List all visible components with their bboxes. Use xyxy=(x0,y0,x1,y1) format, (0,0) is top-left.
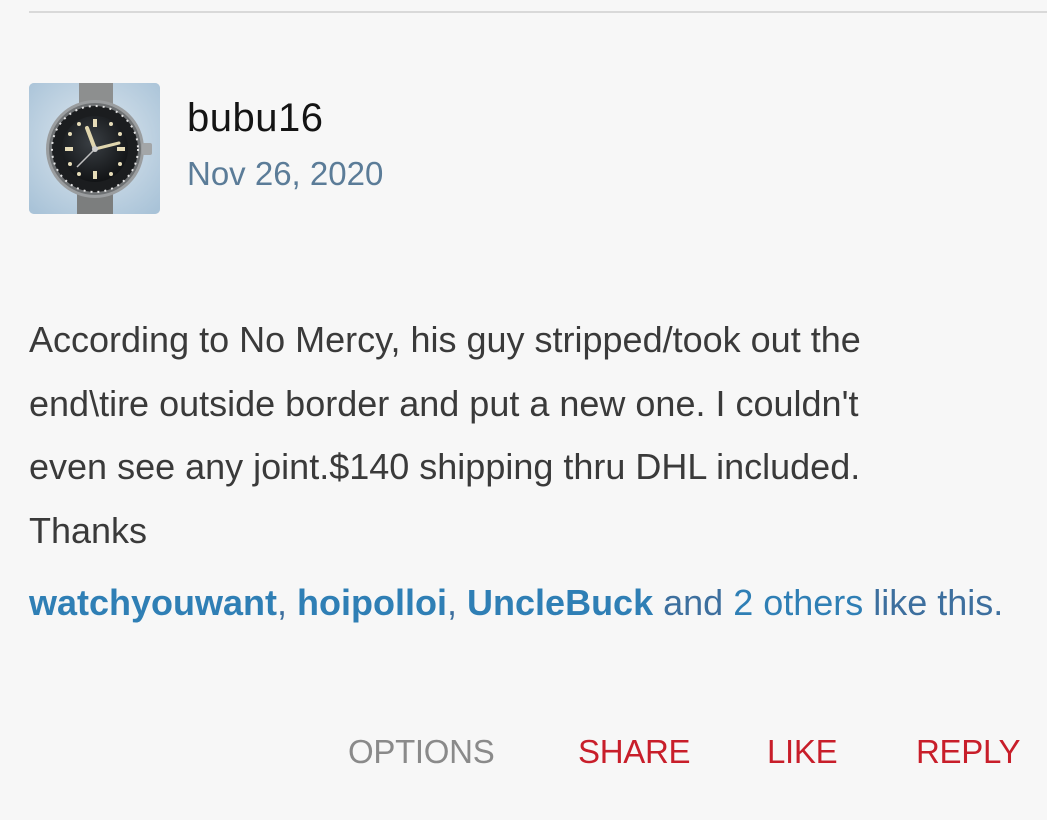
like-button[interactable]: LIKE xyxy=(767,733,838,771)
post-author-name[interactable]: bubu16 xyxy=(187,96,323,141)
post-date[interactable]: Nov 26, 2020 xyxy=(187,155,383,193)
likes-others-link[interactable]: 2 others xyxy=(733,582,863,623)
likes-separator: , xyxy=(277,582,298,623)
message-line: end\tire outside border and put a new on… xyxy=(29,382,859,424)
reply-button[interactable]: REPLY xyxy=(916,733,1021,771)
share-button[interactable]: SHARE xyxy=(578,733,691,771)
likes-and-text: and xyxy=(653,582,734,623)
post-container: bubu16 Nov 26, 2020 According to No Merc… xyxy=(0,0,1047,820)
post-message: According to No Mercy, his guy stripped/… xyxy=(29,308,1019,562)
liker-link[interactable]: hoipolloi xyxy=(297,582,447,623)
message-line: even see any joint.$140 shipping thru DH… xyxy=(29,446,861,487)
options-button[interactable]: OPTIONS xyxy=(348,733,495,771)
watch-photo-avatar-icon xyxy=(29,83,160,214)
avatar[interactable] xyxy=(29,83,160,214)
message-line: According to No Mercy, his guy stripped/… xyxy=(29,319,861,360)
message-line: Thanks xyxy=(29,509,148,551)
likes-separator: , xyxy=(447,582,468,623)
liker-link[interactable]: UncleBuck xyxy=(467,582,653,623)
likes-summary: watchyouwant, hoipolloi, UncleBuck and 2… xyxy=(29,576,1019,630)
liker-link[interactable]: watchyouwant xyxy=(29,582,277,623)
divider xyxy=(29,11,1047,13)
likes-tail-text: like this. xyxy=(863,582,1004,623)
